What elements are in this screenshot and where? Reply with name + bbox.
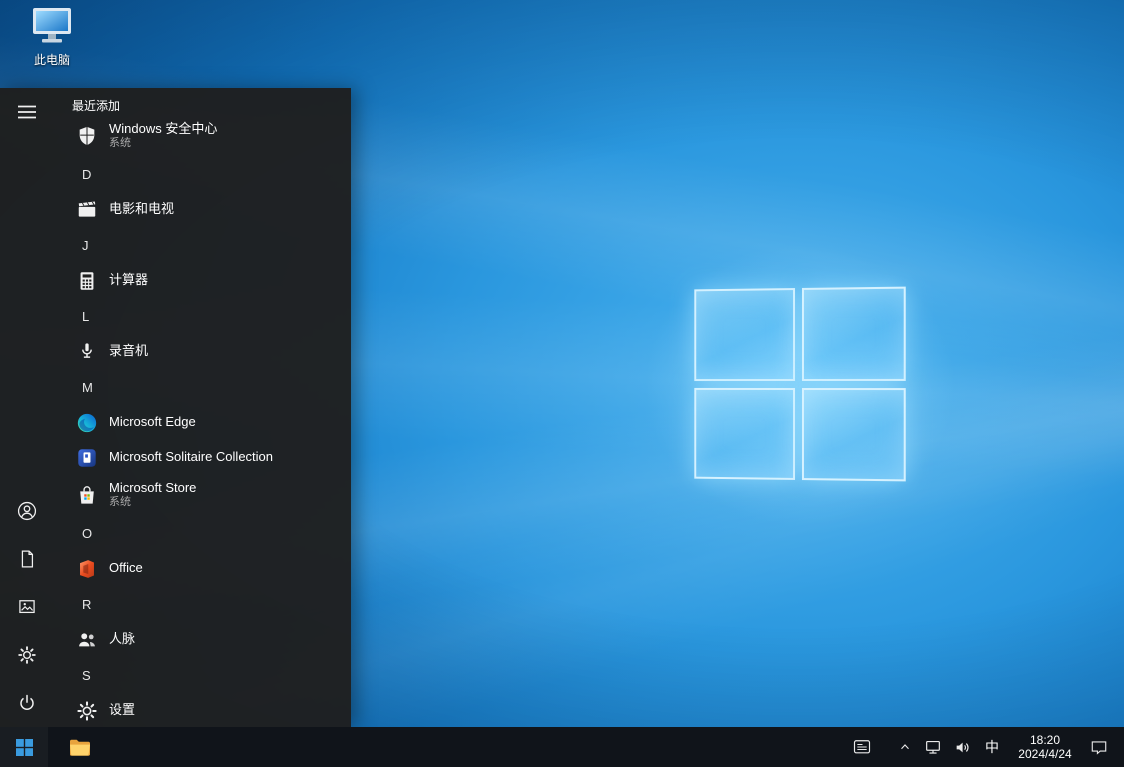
network-icon	[923, 738, 943, 757]
settings-button[interactable]	[0, 631, 54, 679]
action-center-button[interactable]	[1084, 727, 1114, 767]
start-app-office[interactable]: Office	[54, 551, 351, 586]
letter-label: S	[82, 668, 91, 683]
windows-start-icon	[16, 739, 33, 756]
news-widget-button[interactable]	[846, 727, 878, 767]
app-label: Office	[109, 561, 143, 576]
app-label: 录音机	[109, 344, 148, 359]
start-letter-o[interactable]: O	[54, 515, 351, 551]
power-icon	[17, 693, 37, 713]
start-letter-j[interactable]: J	[54, 227, 351, 263]
windows-logo-pane	[802, 388, 906, 482]
people-icon	[74, 627, 100, 653]
hidden-icons-button[interactable]	[892, 727, 918, 767]
this-pc-icon	[29, 6, 75, 49]
app-label: 电影和电视	[109, 202, 174, 217]
start-letter-s[interactable]: S	[54, 657, 351, 693]
letter-label: O	[82, 526, 92, 541]
clock-date: 2024/4/24	[1018, 747, 1071, 761]
taskbar-clock[interactable]: 18:20 2024/4/24	[1006, 727, 1084, 767]
start-app-settings[interactable]: 设置	[54, 693, 351, 727]
file-explorer-button[interactable]	[56, 727, 104, 767]
movies-tv-icon	[74, 197, 100, 223]
user-account-button[interactable]	[0, 487, 54, 535]
volume-button[interactable]	[948, 727, 978, 767]
taskbar: 中 18:20 2024/4/24	[0, 727, 1124, 767]
store-icon	[74, 482, 100, 508]
app-label: Microsoft Edge	[109, 415, 196, 430]
pictures-icon	[17, 597, 37, 617]
recently-added-header: 最近添加	[54, 94, 351, 116]
calculator-icon	[74, 268, 100, 294]
clock-time: 18:20	[1030, 733, 1060, 747]
hamburger-menu-button[interactable]	[0, 88, 54, 136]
start-app-list: 最近添加 Windows 安全中心 系统 D	[54, 88, 351, 727]
start-menu-rail	[0, 88, 54, 727]
app-label: Microsoft Store	[109, 481, 196, 496]
start-app-voice-recorder[interactable]: 录音机	[54, 334, 351, 369]
start-app-windows-security[interactable]: Windows 安全中心 系统	[54, 116, 351, 156]
speaker-icon	[953, 738, 973, 757]
ime-indicator[interactable]: 中	[978, 727, 1006, 767]
app-label: 计算器	[109, 273, 148, 288]
document-icon	[17, 549, 37, 569]
letter-label: M	[82, 380, 93, 395]
file-explorer-icon	[68, 736, 92, 758]
windows-security-icon	[74, 123, 100, 149]
settings-gear-icon	[74, 698, 100, 724]
letter-label: J	[82, 238, 89, 253]
start-app-movies-tv[interactable]: 电影和电视	[54, 192, 351, 227]
windows-logo	[694, 287, 905, 482]
news-widget-icon	[851, 737, 873, 757]
start-app-microsoft-store[interactable]: Microsoft Store 系统	[54, 475, 351, 515]
start-app-people[interactable]: 人脉	[54, 622, 351, 657]
start-app-solitaire-collection[interactable]: Microsoft Solitaire Collection	[54, 440, 351, 475]
desktop-icon-label: 此电脑	[34, 51, 70, 68]
app-label: 人脉	[109, 632, 135, 647]
start-app-microsoft-edge[interactable]: Microsoft Edge	[54, 405, 351, 440]
system-tray: 中 18:20 2024/4/24	[846, 727, 1124, 767]
app-sublabel: 系统	[109, 496, 196, 509]
start-menu: 最近添加 Windows 安全中心 系统 D	[0, 88, 351, 727]
app-label: Microsoft Solitaire Collection	[109, 450, 273, 465]
start-letter-r[interactable]: R	[54, 586, 351, 622]
windows-logo-pane	[694, 288, 795, 381]
start-app-calculator[interactable]: 计算器	[54, 263, 351, 298]
rail-spacer	[0, 136, 54, 487]
gear-icon	[17, 645, 37, 665]
power-button[interactable]	[0, 679, 54, 727]
user-icon	[16, 500, 38, 522]
start-letter-d[interactable]: D	[54, 156, 351, 192]
windows-logo-pane	[694, 387, 795, 480]
windows-logo-pane	[802, 287, 906, 381]
app-label: 设置	[109, 703, 135, 718]
letter-label: L	[82, 309, 89, 324]
letter-label: R	[82, 597, 91, 612]
voice-recorder-icon	[74, 339, 100, 365]
desktop-icon-this-pc[interactable]: 此电脑	[12, 6, 92, 68]
start-letter-l[interactable]: L	[54, 298, 351, 334]
letter-label: D	[82, 167, 91, 182]
chevron-up-icon	[897, 740, 913, 754]
pictures-button[interactable]	[0, 583, 54, 631]
office-icon	[74, 556, 100, 582]
documents-button[interactable]	[0, 535, 54, 583]
app-label: Windows 安全中心	[109, 122, 217, 137]
network-button[interactable]	[918, 727, 948, 767]
start-button[interactable]	[0, 727, 48, 767]
edge-icon	[74, 410, 100, 436]
solitaire-icon	[74, 445, 100, 471]
action-center-icon	[1089, 738, 1109, 757]
start-letter-m[interactable]: M	[54, 369, 351, 405]
app-sublabel: 系统	[109, 137, 217, 150]
